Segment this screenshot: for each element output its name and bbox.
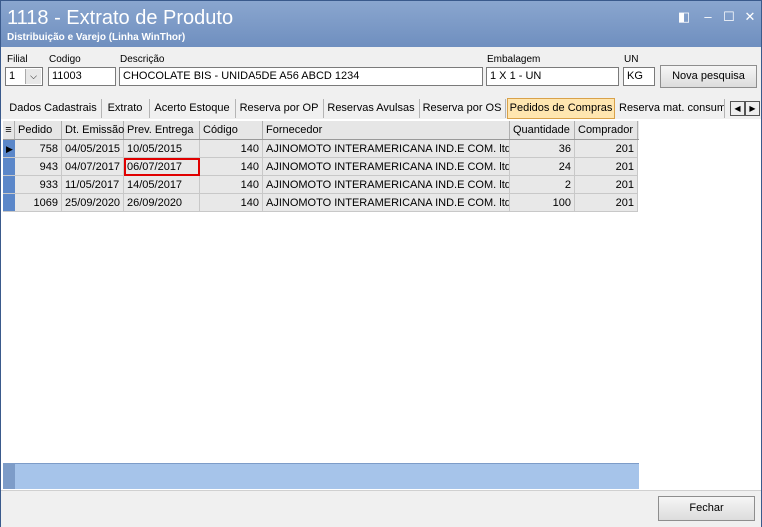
col-comprador[interactable]: Comprador	[575, 121, 638, 139]
tab-scroll-left-icon[interactable]: ◀	[730, 101, 745, 116]
descricao-field[interactable]: CHOCOLATE BIS - UNIDA5DE A56 ABCD 1234	[119, 67, 483, 86]
main-window: 1118 - Extrato de Produto Distribuição e…	[0, 0, 762, 527]
close-icon[interactable]: ✕	[743, 10, 757, 24]
cell-quantidade[interactable]: 100	[510, 194, 575, 212]
filial-label: Filial	[7, 54, 28, 65]
search-form: Filial 1 ⌵ Codigo 11003 Descrição CHOCOL…	[1, 47, 761, 97]
codigo-label: Codigo	[49, 54, 81, 65]
footer-indicator	[3, 464, 15, 489]
tab-reservas-avulsas[interactable]: Reservas Avulsas	[323, 99, 420, 118]
window-title: 1118 - Extrato de Produto	[7, 7, 234, 29]
cell-quantidade[interactable]: 2	[510, 176, 575, 194]
fechar-button[interactable]: Fechar	[658, 496, 755, 521]
tab-reserva-por-op[interactable]: Reserva por OP	[235, 99, 324, 118]
tab-bar: Dados Cadastrais Extrato Acerto Estoque …	[1, 97, 761, 119]
title-bar: 1118 - Extrato de Produto Distribuição e…	[1, 1, 761, 47]
bottom-bar: Fechar	[1, 490, 761, 527]
tab-pedidos-de-compras[interactable]: Pedidos de Compras	[507, 98, 615, 119]
cell-dt-emissao[interactable]: 25/09/2020	[62, 194, 124, 212]
table-row[interactable]: 1069 25/09/2020 26/09/2020 140 AJINOMOTO…	[3, 194, 639, 212]
col-quantidade[interactable]: Quantidade	[510, 121, 575, 139]
cell-fornecedor[interactable]: AJINOMOTO INTERAMERICANA IND.E COM. ltda	[263, 158, 510, 176]
current-row-arrow-icon: ▶	[6, 144, 13, 154]
cell-prev-entrega[interactable]: 14/05/2017	[124, 176, 200, 194]
filial-value: 1	[9, 70, 16, 82]
cell-prev-entrega[interactable]: 26/09/2020	[124, 194, 200, 212]
tab-reserva-por-os[interactable]: Reserva por OS	[419, 99, 506, 118]
tab-reserva-mat-consumo[interactable]: Reserva mat. consumo	[615, 99, 725, 118]
cell-comprador[interactable]: 201	[575, 158, 638, 176]
table-row[interactable]: 933 11/05/2017 14/05/2017 140 AJINOMOTO …	[3, 176, 639, 194]
cell-pedido[interactable]: 943	[15, 158, 62, 176]
cell-prev-entrega-highlighted[interactable]: 06/07/2017	[124, 158, 200, 176]
cell-fornecedor[interactable]: AJINOMOTO INTERAMERICANA IND.E COM. ltda	[263, 140, 510, 158]
window-subtitle: Distribuição e Varejo (Linha WinThor)	[7, 32, 186, 43]
un-field[interactable]: KG	[623, 67, 655, 86]
grid-header: ≡ Pedido Dt. Emissão Prev. Entrega Códig…	[3, 121, 639, 140]
cell-prev-entrega[interactable]: 10/05/2015	[124, 140, 200, 158]
tab-scroll-right-icon[interactable]: ▶	[745, 101, 760, 116]
cell-comprador[interactable]: 201	[575, 194, 638, 212]
col-prev-entrega[interactable]: Prev. Entrega	[124, 121, 200, 139]
table-row[interactable]: 943 04/07/2017 06/07/2017 140 AJINOMOTO …	[3, 158, 639, 176]
cell-codigo[interactable]: 140	[200, 176, 263, 194]
col-dt-emissao[interactable]: Dt. Emissão	[62, 121, 124, 139]
minimize-icon[interactable]: –	[701, 10, 715, 24]
embalagem-field[interactable]: 1 X 1 - UN	[486, 67, 619, 86]
tab-extrato[interactable]: Extrato	[101, 99, 150, 118]
col-codigo[interactable]: Código	[200, 121, 263, 139]
cell-codigo[interactable]: 140	[200, 140, 263, 158]
tab-dados-cadastrais[interactable]: Dados Cadastrais	[5, 99, 102, 118]
cell-pedido[interactable]: 933	[15, 176, 62, 194]
cell-quantidade[interactable]: 36	[510, 140, 575, 158]
row-indicator[interactable]: ▶	[3, 140, 15, 158]
col-pedido[interactable]: Pedido	[15, 121, 62, 139]
table-row[interactable]: ▶ 758 04/05/2015 10/05/2015 140 AJINOMOT…	[3, 140, 639, 158]
row-indicator[interactable]	[3, 176, 15, 194]
embalagem-label: Embalagem	[487, 54, 541, 65]
descricao-label: Descrição	[120, 54, 165, 65]
cell-pedido[interactable]: 1069	[15, 194, 62, 212]
purchase-orders-grid: ≡ Pedido Dt. Emissão Prev. Entrega Códig…	[3, 121, 639, 489]
codigo-field[interactable]: 11003	[48, 67, 116, 86]
tab-acerto-estoque[interactable]: Acerto Estoque	[149, 99, 236, 118]
grid-footer-bar	[3, 463, 639, 489]
cell-comprador[interactable]: 201	[575, 140, 638, 158]
cell-dt-emissao[interactable]: 04/05/2015	[62, 140, 124, 158]
col-fornecedor[interactable]: Fornecedor	[263, 121, 510, 139]
cell-pedido[interactable]: 758	[15, 140, 62, 158]
filial-combo[interactable]: 1 ⌵	[5, 67, 43, 86]
edit-icon[interactable]: ◧	[677, 10, 691, 24]
cell-fornecedor[interactable]: AJINOMOTO INTERAMERICANA IND.E COM. ltda	[263, 176, 510, 194]
row-indicator[interactable]	[3, 194, 15, 212]
cell-codigo[interactable]: 140	[200, 158, 263, 176]
maximize-icon[interactable]: ☐	[722, 10, 736, 24]
cell-codigo[interactable]: 140	[200, 194, 263, 212]
cell-dt-emissao[interactable]: 11/05/2017	[62, 176, 124, 194]
column-chooser-icon[interactable]: ≡	[3, 121, 15, 139]
nova-pesquisa-button[interactable]: Nova pesquisa	[660, 65, 757, 88]
cell-fornecedor[interactable]: AJINOMOTO INTERAMERICANA IND.E COM. ltda	[263, 194, 510, 212]
cell-dt-emissao[interactable]: 04/07/2017	[62, 158, 124, 176]
chevron-down-icon[interactable]: ⌵	[25, 69, 41, 84]
cell-quantidade[interactable]: 24	[510, 158, 575, 176]
un-label: UN	[624, 54, 639, 65]
cell-comprador[interactable]: 201	[575, 176, 638, 194]
row-indicator[interactable]	[3, 158, 15, 176]
